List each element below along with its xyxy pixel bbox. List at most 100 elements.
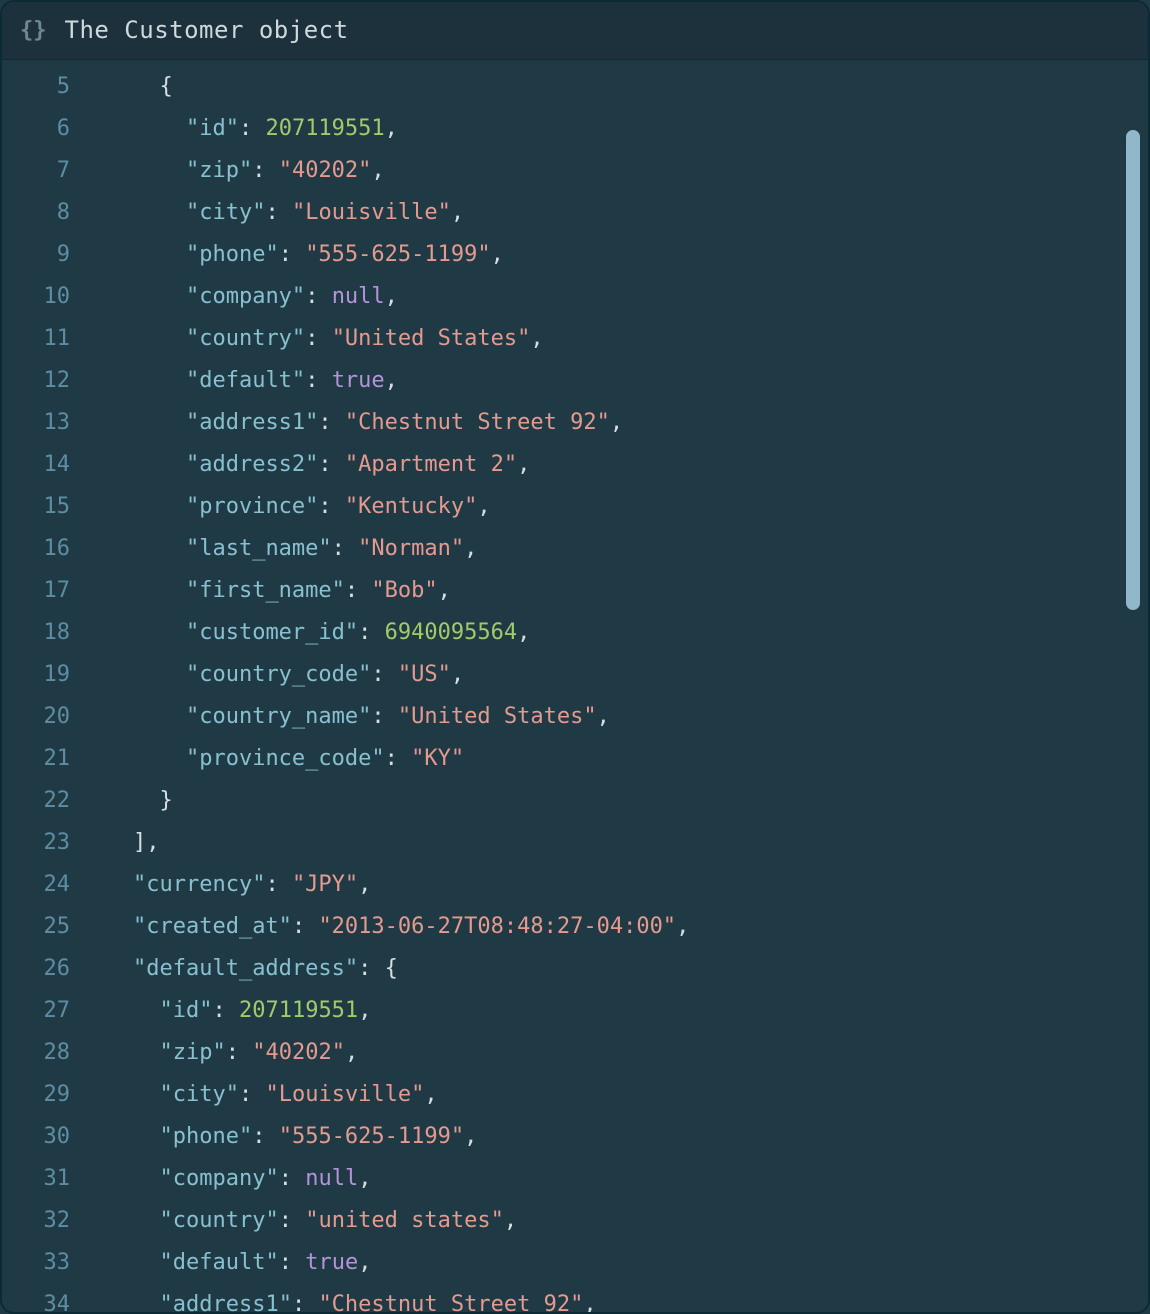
- code-token: :: [265, 200, 292, 225]
- code-token: ,: [610, 410, 623, 435]
- code-line[interactable]: "province": "Kentucky",: [80, 486, 1118, 528]
- line-number: 23: [2, 822, 70, 864]
- code-token: "40202": [252, 1040, 345, 1065]
- line-number: 31: [2, 1158, 70, 1200]
- code-line[interactable]: ],: [80, 822, 1118, 864]
- line-number: 33: [2, 1242, 70, 1284]
- code-token: "last_name": [186, 536, 332, 561]
- code-line[interactable]: "zip": "40202",: [80, 150, 1118, 192]
- code-line[interactable]: "default": true,: [80, 360, 1118, 402]
- code-line[interactable]: "city": "Louisville",: [80, 192, 1118, 234]
- code-token: ,: [385, 368, 398, 393]
- line-number: 8: [2, 192, 70, 234]
- code-token: ,: [491, 242, 504, 267]
- brace-icon: {}: [20, 14, 47, 48]
- code-token: "currency": [133, 872, 265, 897]
- code-token: "united states": [305, 1208, 504, 1233]
- code-token: true: [305, 1250, 358, 1275]
- scrollbar-thumb[interactable]: [1126, 130, 1140, 610]
- code-line[interactable]: "phone": "555-625-1199",: [80, 1116, 1118, 1158]
- code-token: ,: [464, 1124, 477, 1149]
- code-line[interactable]: "country": "united states",: [80, 1200, 1118, 1242]
- line-number: 5: [2, 66, 70, 108]
- code-line[interactable]: "id": 207119551,: [80, 990, 1118, 1032]
- code-line[interactable]: "id": 207119551,: [80, 108, 1118, 150]
- code-line[interactable]: "city": "Louisville",: [80, 1074, 1118, 1116]
- code-token: null: [332, 284, 385, 309]
- code-token: :: [239, 1082, 266, 1107]
- code-line[interactable]: "country_code": "US",: [80, 654, 1118, 696]
- line-number: 29: [2, 1074, 70, 1116]
- code-panel: {} The Customer object 56789101112131415…: [0, 0, 1150, 1314]
- line-number: 10: [2, 276, 70, 318]
- code-line[interactable]: "default_address": {: [80, 948, 1118, 990]
- code-token: ,: [358, 872, 371, 897]
- line-number: 19: [2, 654, 70, 696]
- code-token: "zip": [159, 1040, 225, 1065]
- code-line[interactable]: {: [80, 66, 1118, 108]
- code-token: "phone": [186, 242, 279, 267]
- code-line[interactable]: "last_name": "Norman",: [80, 528, 1118, 570]
- code-token: "city": [186, 200, 265, 225]
- code-token: "first_name": [186, 578, 345, 603]
- code-line[interactable]: "customer_id": 6940095564,: [80, 612, 1118, 654]
- line-number: 27: [2, 990, 70, 1032]
- code-token: "555-625-1199": [305, 242, 490, 267]
- code-token: :: [305, 368, 332, 393]
- code-line[interactable]: "country": "United States",: [80, 318, 1118, 360]
- code-token: ,: [385, 284, 398, 309]
- code-token: :: [252, 158, 279, 183]
- code-token: :: [292, 1292, 319, 1312]
- line-number: 11: [2, 318, 70, 360]
- line-number: 34: [2, 1284, 70, 1312]
- code-token: "address2": [186, 452, 318, 477]
- code-line[interactable]: "company": null,: [80, 1158, 1118, 1200]
- code-token: :: [226, 1040, 253, 1065]
- code-line[interactable]: "first_name": "Bob",: [80, 570, 1118, 612]
- code-line[interactable]: "country_name": "United States",: [80, 696, 1118, 738]
- code-token: "555-625-1199": [279, 1124, 464, 1149]
- code-token: 6940095564: [385, 620, 517, 645]
- code-token: "country_name": [186, 704, 371, 729]
- code-token: :: [318, 410, 345, 435]
- code-token: :: [318, 452, 345, 477]
- code-token: "zip": [186, 158, 252, 183]
- line-number: 15: [2, 486, 70, 528]
- code-token: :: [252, 1124, 279, 1149]
- code-line[interactable]: "address1": "Chestnut Street 92",: [80, 1284, 1118, 1312]
- code-token: 207119551: [265, 116, 384, 141]
- code-token: :: [239, 116, 266, 141]
- code-token: "country_code": [186, 662, 371, 687]
- code-token: "phone": [159, 1124, 252, 1149]
- code-line[interactable]: "address1": "Chestnut Street 92",: [80, 402, 1118, 444]
- code-content[interactable]: { "id": 207119551, "zip": "40202", "city…: [80, 66, 1148, 1312]
- code-line[interactable]: "address2": "Apartment 2",: [80, 444, 1118, 486]
- code-line[interactable]: "phone": "555-625-1199",: [80, 234, 1118, 276]
- code-line[interactable]: "currency": "JPY",: [80, 864, 1118, 906]
- scrollbar-track[interactable]: [1126, 130, 1140, 610]
- code-token: ,: [583, 1292, 596, 1312]
- code-token: "Kentucky": [345, 494, 477, 519]
- code-token: :: [332, 536, 359, 561]
- code-token: ,: [358, 1166, 371, 1191]
- line-number: 32: [2, 1200, 70, 1242]
- code-token: "default": [159, 1250, 278, 1275]
- code-area[interactable]: 5678910111213141516171819202122232425262…: [2, 60, 1148, 1312]
- line-number: 16: [2, 528, 70, 570]
- code-token: "Apartment 2": [345, 452, 517, 477]
- code-line[interactable]: "zip": "40202",: [80, 1032, 1118, 1074]
- code-line[interactable]: "created_at": "2013-06-27T08:48:27-04:00…: [80, 906, 1118, 948]
- code-token: "customer_id": [186, 620, 358, 645]
- code-token: "Louisville": [265, 1082, 424, 1107]
- code-line[interactable]: "default": true,: [80, 1242, 1118, 1284]
- panel-title: The Customer object: [65, 12, 349, 49]
- line-number-gutter: 5678910111213141516171819202122232425262…: [2, 66, 80, 1312]
- line-number: 13: [2, 402, 70, 444]
- code-token: :: [292, 914, 319, 939]
- code-token: "country": [159, 1208, 278, 1233]
- code-line[interactable]: }: [80, 780, 1118, 822]
- code-token: :: [371, 704, 398, 729]
- code-token: ,: [424, 1082, 437, 1107]
- code-line[interactable]: "province_code": "KY": [80, 738, 1118, 780]
- code-line[interactable]: "company": null,: [80, 276, 1118, 318]
